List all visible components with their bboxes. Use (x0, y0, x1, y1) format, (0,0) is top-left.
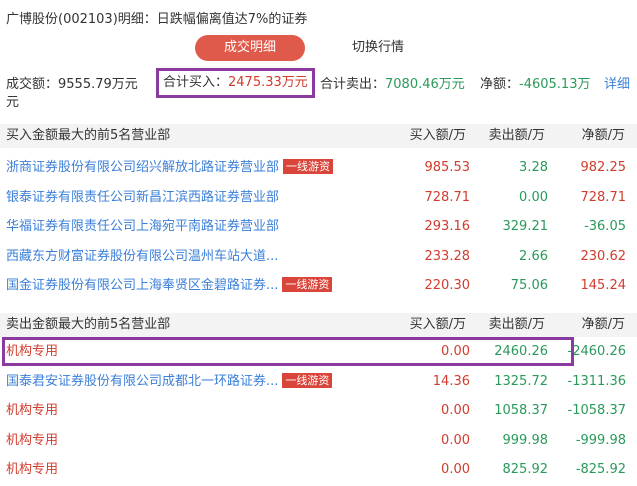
table-row[interactable]: 国金证券股份有限公司上海奉贤区金碧路证券... 一线游资 220.30 75.06 14… (0, 271, 637, 300)
turnover-label: 成交额： (6, 77, 59, 92)
sell-section-header: 卖出金额最大的前5名营业部 买入额/万 卖出额/万 净额/万 (0, 313, 637, 337)
sell-amount: 0.00 (519, 189, 548, 205)
buy-amount: 0.00 (441, 403, 470, 418)
net-amount: 净额：-4605.13万 (480, 76, 590, 94)
col-sell-header: 卖出额/万 (488, 128, 545, 143)
sell-amount: 999.98 (502, 432, 549, 448)
broker-name[interactable]: 国泰君安证券股份有限公司成都北一环路证券... 一线游资 (6, 367, 333, 396)
col-net-header: 净额/万 (581, 128, 625, 143)
table-row[interactable]: 机构专用 0.00 825.92 -825.92 (0, 455, 637, 484)
broker-name[interactable]: 机构专用 (6, 396, 58, 425)
table-row[interactable]: 西藏东方财富证券股份有限公司温州车站大道... 233.28 2.66 230.62 (0, 242, 637, 271)
table-row[interactable]: 银泰证券有限责任公司新昌江滨西路证券营业部 728.71 0.00 728.71 (0, 183, 637, 212)
table-row[interactable]: 机构专用 0.00 999.98 -999.98 (0, 426, 637, 455)
sell-amount: 3.28 (519, 160, 548, 175)
buy-total-value: 2475.33万元 (228, 75, 308, 90)
broker-name[interactable]: 机构专用 (6, 426, 58, 455)
net-amount: -1058.37 (567, 403, 626, 418)
broker-name[interactable]: 国金证券股份有限公司上海奉贤区金碧路证券... 一线游资 (6, 271, 333, 300)
detail-link[interactable]: 详细 (604, 76, 630, 94)
net-amount: 145.24 (580, 278, 627, 293)
buy-amount: 728.71 (424, 189, 471, 205)
tab-switch-quote[interactable]: 切换行情 (352, 35, 404, 61)
broker-name-text: 浙商证券股份有限公司绍兴解放北路证券营业部 (6, 160, 280, 175)
broker-name[interactable]: 银泰证券有限责任公司新昌江滨西路证券营业部 (6, 183, 279, 212)
sell-amount: 1058.37 (494, 403, 548, 418)
page-title: 广博股份(002103)明细：日跌幅偏离值达7%的证券 (6, 12, 308, 27)
institution-row-highlight (2, 337, 574, 366)
sell-total-label: 合计卖出： (320, 77, 386, 92)
buy-section-header: 买入金额最大的前5名营业部 买入额/万 卖出额/万 净额/万 (0, 124, 637, 148)
table-row[interactable]: 机构专用 0.00 1058.37 -1058.37 (0, 396, 637, 425)
buy-amount: 220.30 (424, 278, 471, 293)
net-amount: -2460.26 (567, 344, 626, 359)
broker-name[interactable]: 浙商证券股份有限公司绍兴解放北路证券营业部 一线游资 (6, 153, 334, 182)
net-amount: -999.98 (575, 432, 626, 448)
broker-name-text: 机构专用 (6, 432, 59, 448)
broker-name-text: 机构专用 (6, 403, 59, 418)
col-sell-header: 卖出额/万 (488, 317, 545, 332)
sell-amount: 329.21 (502, 219, 549, 234)
net-label: 净额： (480, 77, 520, 92)
buy-amount: 14.36 (432, 373, 470, 389)
net-amount: -825.92 (575, 462, 626, 477)
broker-name-text: 机构专用 (6, 462, 59, 477)
col-net-header: 净额/万 (581, 317, 625, 332)
broker-name-text: 银泰证券有限责任公司新昌江滨西路证券营业部 (6, 189, 280, 205)
broker-name-text: 华福证券有限责任公司上海宛平南路证券营业部 (6, 219, 280, 234)
sell-amount: 75.06 (510, 278, 548, 293)
buy-total-label: 合计买入： (163, 75, 229, 90)
sell-amount: 2.66 (519, 248, 548, 264)
net-amount: -36.05 (584, 219, 626, 234)
buy-amount: 0.00 (441, 462, 470, 477)
turnover-value: 9555.79万元 (58, 77, 138, 92)
broker-name[interactable]: 华福证券有限责任公司上海宛平南路证券营业部 (6, 212, 279, 241)
turnover: 成交额：9555.79万元 (6, 76, 138, 94)
net-amount: 230.62 (580, 248, 627, 264)
buy-amount: 0.00 (441, 432, 470, 448)
col-buy-header: 买入额/万 (409, 128, 466, 143)
table-row[interactable]: 华福证券有限责任公司上海宛平南路证券营业部 293.16 329.21 -36.05 (0, 212, 637, 241)
net-amount: -1311.36 (567, 373, 626, 389)
buy-amount: 985.53 (424, 160, 471, 175)
broker-name[interactable]: 机构专用 (6, 455, 58, 484)
sell-total-value: 7080.46万元 (385, 77, 465, 92)
hot-money-badge: 一线游资 (282, 372, 333, 388)
sell-total: 合计卖出：7080.46万元 (320, 76, 465, 94)
net-value: -4605.13万 (519, 77, 591, 92)
net-unit-wrap: 元 (6, 95, 20, 110)
broker-name-text: 国泰君安证券股份有限公司成都北一环路证券... (6, 373, 279, 389)
broker-name[interactable]: 西藏东方财富证券股份有限公司温州车站大道... (6, 242, 278, 271)
col-buy-header: 买入额/万 (409, 317, 466, 332)
sell-amount: 1325.72 (494, 373, 548, 389)
broker-name-text: 国金证券股份有限公司上海奉贤区金碧路证券... (6, 278, 279, 293)
table-row[interactable]: 国泰君安证券股份有限公司成都北一环路证券... 一线游资 14.36 1325.72 -… (0, 367, 637, 396)
table-row[interactable]: 浙商证券股份有限公司绍兴解放北路证券营业部 一线游资 985.53 3.28 982.2… (0, 153, 637, 182)
hot-money-badge: 一线游资 (282, 277, 333, 292)
net-amount: 728.71 (580, 189, 627, 205)
buy-section-title: 买入金额最大的前5名营业部 (6, 128, 171, 143)
buy-total-highlight: 合计买入：2475.33万元 (156, 68, 315, 98)
sell-amount: 825.92 (502, 462, 549, 477)
buy-amount: 233.28 (424, 248, 471, 264)
sell-section-title: 卖出金额最大的前5名营业部 (6, 317, 171, 332)
buy-amount: 293.16 (424, 219, 471, 234)
net-amount: 982.25 (580, 160, 627, 175)
hot-money-badge: 一线游资 (283, 159, 334, 174)
broker-name-text: 西藏东方财富证券股份有限公司温州车站大道... (6, 248, 279, 264)
tab-trade-detail[interactable]: 成交明细 (195, 35, 305, 61)
